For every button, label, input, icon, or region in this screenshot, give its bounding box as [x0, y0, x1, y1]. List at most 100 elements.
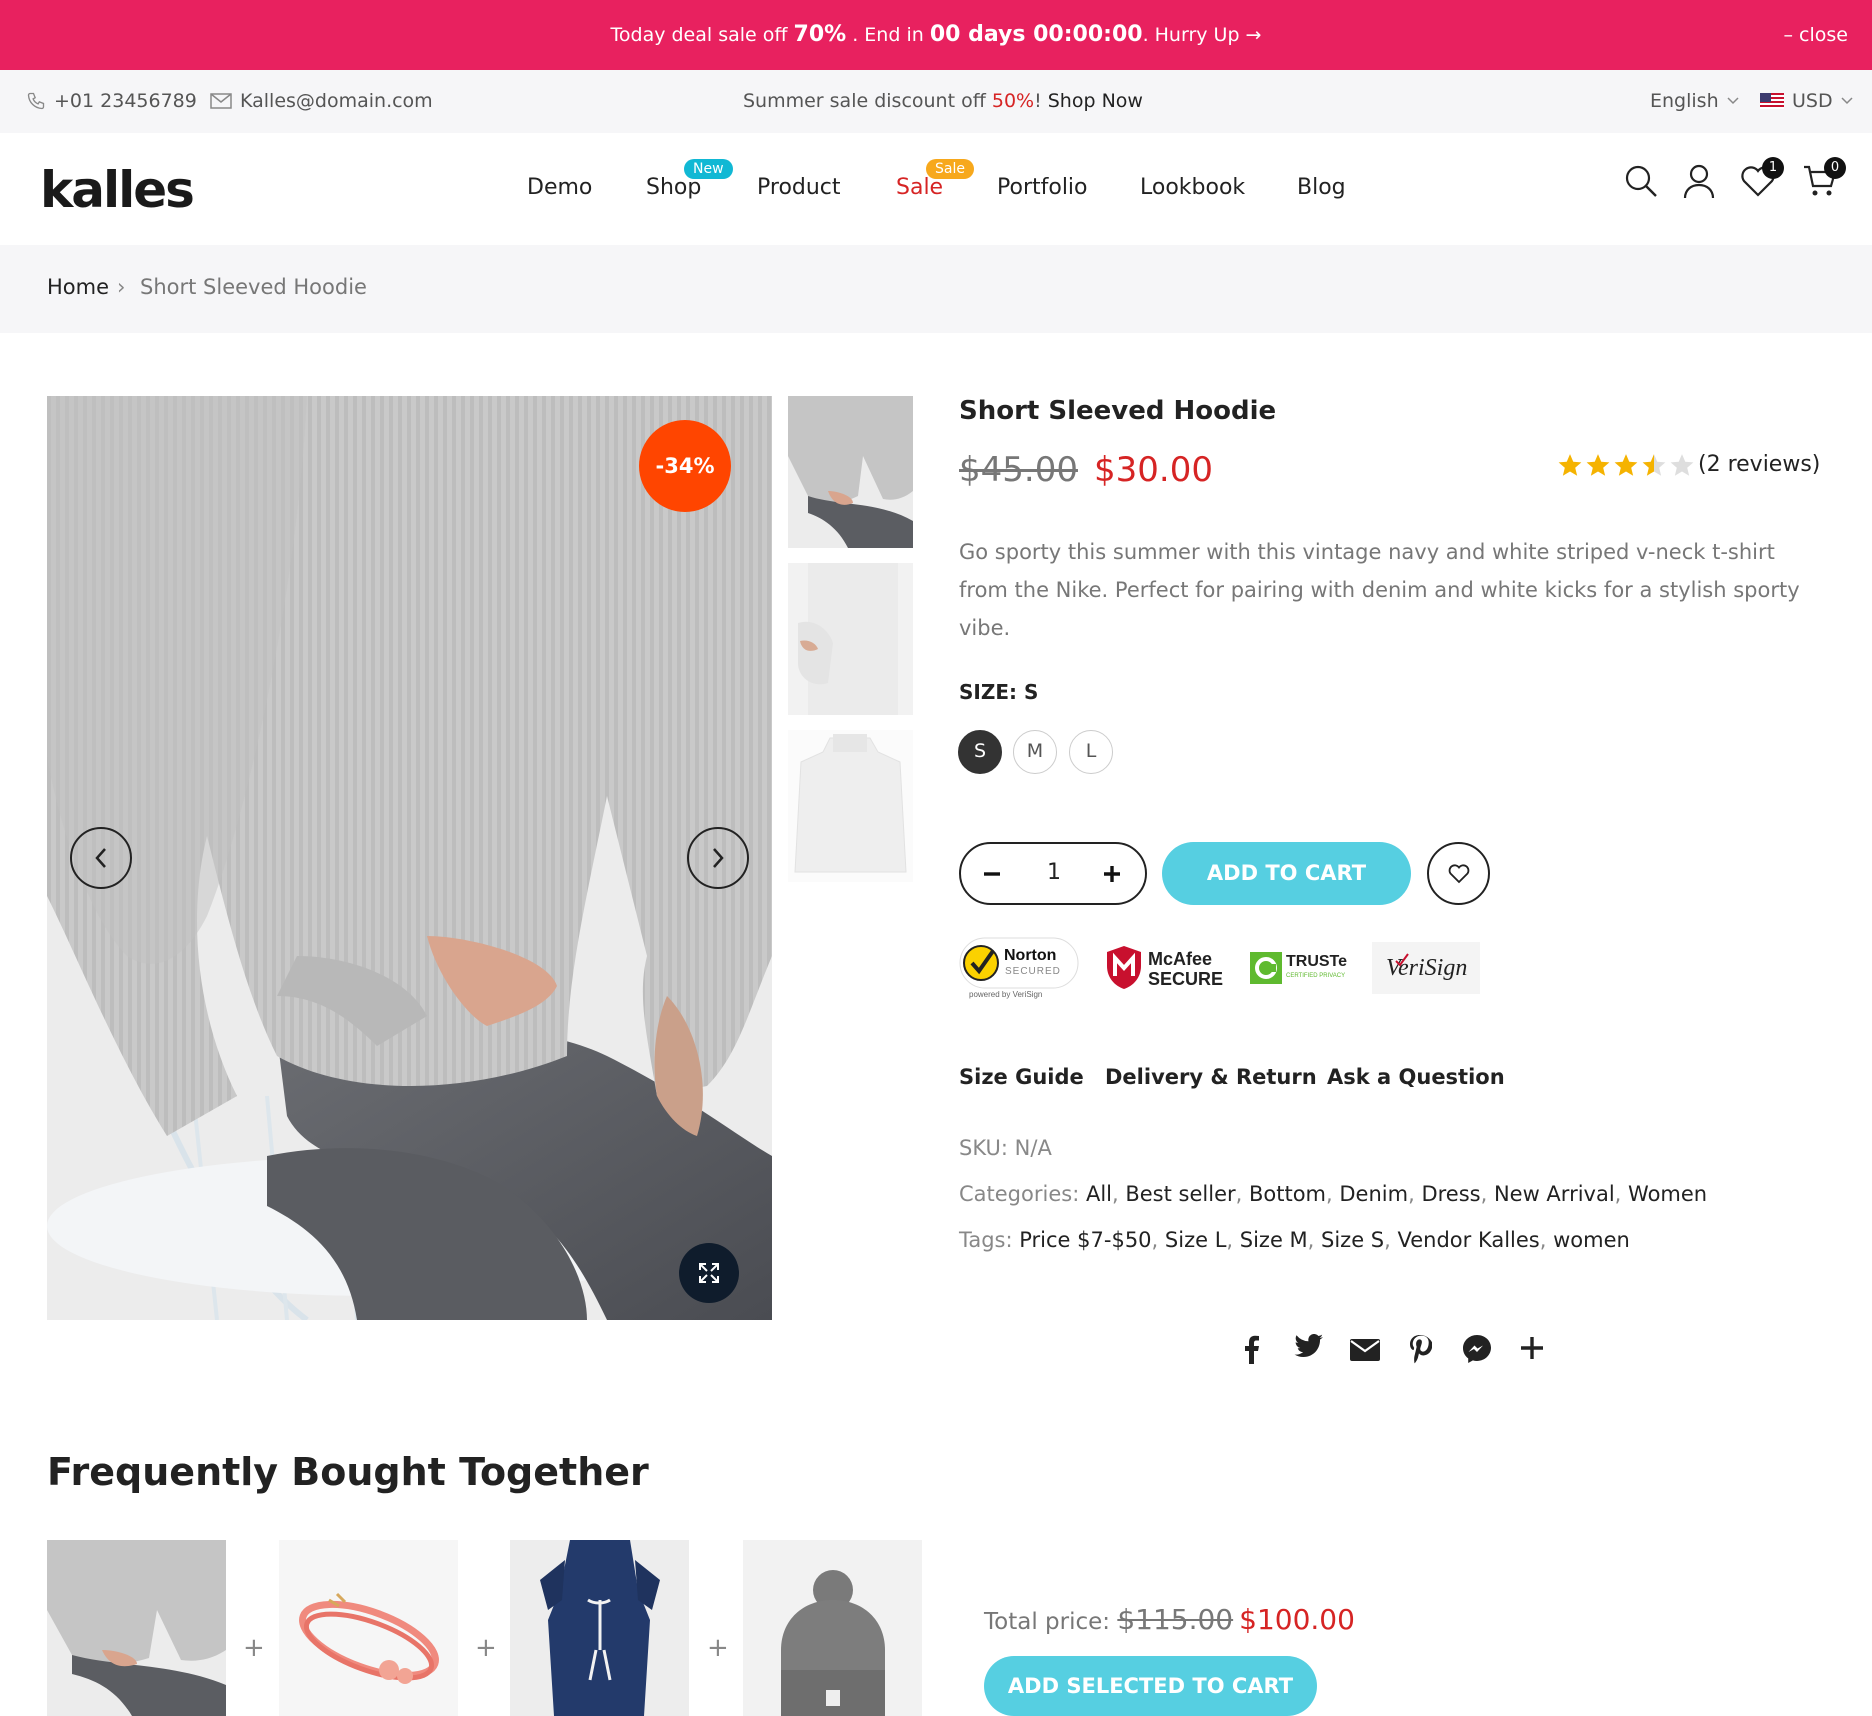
- kalles-logo[interactable]: kalles: [40, 161, 195, 219]
- size-option-m[interactable]: M: [1013, 730, 1057, 774]
- cart-count: 0: [1824, 157, 1846, 179]
- size-option-l[interactable]: L: [1069, 730, 1113, 774]
- currency-value: USD: [1792, 90, 1833, 112]
- main-product-image[interactable]: -34%: [47, 396, 772, 1320]
- category-link[interactable]: All: [1086, 1182, 1112, 1206]
- announcement-message[interactable]: Today deal sale off 70% . End in 00 days…: [0, 22, 1872, 47]
- truste-text: TRUSTe: [1286, 953, 1348, 970]
- fbt-item-jumpsuit[interactable]: [510, 1540, 689, 1716]
- reviews-link[interactable]: (2 reviews): [1698, 452, 1820, 477]
- verisign-badge: VeriSign: [1372, 942, 1480, 994]
- nav-item-sale[interactable]: Sale Sale: [896, 159, 974, 200]
- category-link[interactable]: Women: [1628, 1182, 1707, 1206]
- plus-separator: +: [475, 1633, 497, 1663]
- tab-delivery-return[interactable]: Delivery & Return: [1105, 1065, 1317, 1089]
- star-full-icon: [1557, 452, 1583, 478]
- norton-badge: Norton SECURED powered by VeriSign: [959, 937, 1079, 1003]
- phone-link[interactable]: +01 23456789: [26, 90, 197, 112]
- tags: Tags: Price $7-$50, Size L, Size M, Size…: [959, 1228, 1630, 1252]
- phone-icon: [26, 91, 46, 111]
- tag-link[interactable]: Size L: [1165, 1228, 1226, 1252]
- minus-button[interactable]: [983, 865, 1001, 883]
- nav-item-blog[interactable]: Blog: [1297, 175, 1346, 200]
- chevron-left-icon: [94, 847, 108, 869]
- zoom-button[interactable]: [679, 1243, 739, 1303]
- countdown-timer: 00 days 00:00:00: [929, 22, 1143, 47]
- chevron-down-icon: [1841, 97, 1853, 105]
- thumbnail-2[interactable]: [788, 563, 913, 715]
- announcement-bar: Today deal sale off 70% . End in 00 days…: [0, 0, 1872, 70]
- promo-punctuation: !: [1034, 90, 1048, 112]
- discount-badge: -34%: [639, 420, 731, 512]
- share-facebook-icon[interactable]: [1240, 1334, 1262, 1364]
- gallery-prev-button[interactable]: [70, 827, 132, 889]
- chevron-right-icon: [711, 847, 725, 869]
- star-full-icon: [1613, 452, 1639, 478]
- plus-separator: +: [707, 1633, 729, 1663]
- star-empty-icon: [1669, 452, 1695, 478]
- email-link[interactable]: Kalles@domain.com: [210, 90, 433, 112]
- gallery-next-button[interactable]: [687, 827, 749, 889]
- fbt-item-bracelet[interactable]: [279, 1540, 458, 1716]
- size-option-s[interactable]: S: [958, 730, 1002, 774]
- expand-icon: [698, 1262, 720, 1284]
- tag-link[interactable]: Price $7-$50: [1019, 1228, 1151, 1252]
- truste-sub: CERTIFIED PRIVACY: [1286, 973, 1346, 979]
- breadcrumb-current: Short Sleeved Hoodie: [140, 275, 367, 299]
- nav-item-demo[interactable]: Demo: [527, 175, 592, 200]
- truste-badge: TRUSTe CERTIFIED PRIVACY: [1250, 952, 1370, 992]
- tag-link[interactable]: Size S: [1321, 1228, 1384, 1252]
- us-flag-icon: [1760, 93, 1784, 109]
- category-link[interactable]: Denim: [1339, 1182, 1408, 1206]
- wishlist-icon[interactable]: 1: [1740, 157, 1784, 197]
- email-address: Kalles@domain.com: [240, 90, 433, 112]
- thumbnail-3[interactable]: [788, 730, 913, 882]
- nav-item-product[interactable]: Product: [757, 175, 841, 200]
- norton-by: powered by VeriSign: [969, 990, 1043, 999]
- category-link[interactable]: New Arrival: [1494, 1182, 1615, 1206]
- fbt-item-hoodie[interactable]: [47, 1540, 226, 1716]
- announcement-text: Today deal sale off: [610, 24, 794, 46]
- plus-button[interactable]: [1103, 865, 1121, 883]
- breadcrumb-separator: ›: [117, 275, 126, 299]
- share-more-icon[interactable]: [1520, 1336, 1544, 1360]
- plus-separator: +: [243, 1633, 265, 1663]
- categories-label: Categories:: [959, 1182, 1086, 1206]
- announcement-close-button[interactable]: – close: [1784, 24, 1848, 46]
- account-icon[interactable]: [1682, 163, 1716, 199]
- categories: Categories: All, Best seller, Bottom, De…: [959, 1182, 1708, 1206]
- share-messenger-icon[interactable]: [1462, 1334, 1492, 1364]
- mcafee-text: McAfee: [1148, 949, 1213, 969]
- category-link[interactable]: Bottom: [1249, 1182, 1326, 1206]
- checkmark-icon: [1394, 952, 1410, 968]
- fbt-item-beanie[interactable]: [743, 1540, 922, 1716]
- norton-sub: SECURED: [1005, 966, 1061, 977]
- currency-selector[interactable]: USD: [1760, 90, 1853, 112]
- nav-item-lookbook[interactable]: Lookbook: [1140, 175, 1245, 200]
- share-pinterest-icon[interactable]: [1408, 1334, 1432, 1364]
- share-twitter-icon[interactable]: [1294, 1334, 1324, 1360]
- tab-ask-question[interactable]: Ask a Question: [1327, 1065, 1505, 1089]
- shop-now-link[interactable]: Shop Now: [1048, 90, 1143, 112]
- cart-icon[interactable]: 0: [1802, 157, 1846, 199]
- nav-item-shop[interactable]: Shop New: [646, 159, 733, 200]
- share-email-icon[interactable]: [1350, 1339, 1380, 1361]
- category-link[interactable]: Dress: [1421, 1182, 1480, 1206]
- add-to-wishlist-button[interactable]: [1427, 842, 1490, 905]
- nav-item-portfolio[interactable]: Portfolio: [997, 175, 1088, 200]
- thumbnail-image: [788, 730, 913, 882]
- heart-icon: [1448, 863, 1470, 884]
- breadcrumb-home[interactable]: Home: [47, 275, 109, 299]
- quantity-value[interactable]: 1: [1047, 860, 1061, 885]
- tab-size-guide[interactable]: Size Guide: [959, 1065, 1084, 1089]
- add-to-cart-button[interactable]: ADD TO CART: [1162, 842, 1411, 905]
- tag-link[interactable]: women: [1553, 1228, 1630, 1252]
- tag-link[interactable]: Size M: [1240, 1228, 1308, 1252]
- language-selector[interactable]: English: [1650, 90, 1739, 112]
- tag-link[interactable]: Vendor Kalles: [1398, 1228, 1540, 1252]
- thumbnail-1[interactable]: [788, 396, 913, 548]
- add-selected-to-cart-button[interactable]: ADD SELECTED TO CART: [984, 1656, 1317, 1716]
- search-icon[interactable]: [1623, 163, 1659, 199]
- category-link[interactable]: Best seller: [1125, 1182, 1235, 1206]
- announcement-hurry-link: . Hurry Up →: [1142, 24, 1262, 46]
